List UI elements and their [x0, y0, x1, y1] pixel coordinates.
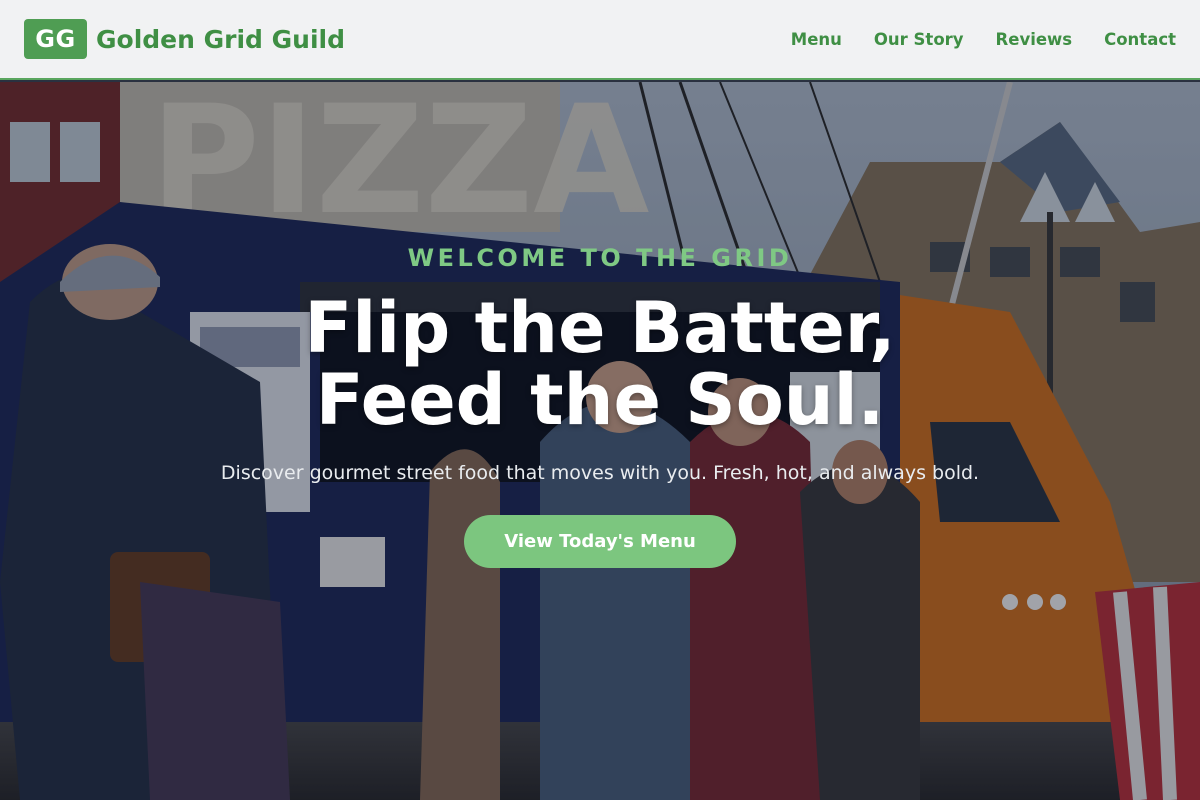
hero-dark-overlay [0, 82, 1200, 800]
hero-section: PIZZA WELCOME TO THE GRID Flip the Batte… [0, 82, 1200, 800]
nav-link-reviews[interactable]: Reviews [996, 30, 1073, 49]
brand-name[interactable]: Golden Grid Guild [96, 25, 345, 54]
site-header: GG Golden Grid Guild Menu Our Story Revi… [0, 0, 1200, 80]
nav-link-contact[interactable]: Contact [1104, 30, 1176, 49]
view-menu-button[interactable]: View Today's Menu [464, 515, 736, 568]
brand[interactable]: GG Golden Grid Guild [24, 19, 345, 59]
nav-link-menu[interactable]: Menu [791, 30, 842, 49]
nav-link-our-story[interactable]: Our Story [874, 30, 964, 49]
logo-badge[interactable]: GG [24, 19, 87, 59]
hero-eyebrow: WELCOME TO THE GRID [407, 244, 793, 272]
main-nav: Menu Our Story Reviews Contact [759, 30, 1176, 49]
hero-headline-line-2: Feed the Soul. [315, 359, 885, 441]
hero-subtitle: Discover gourmet street food that moves … [220, 462, 980, 484]
hero-headline-line-1: Flip the Batter, [304, 287, 896, 369]
hero-headline: Flip the Batter, Feed the Soul. [0, 292, 1200, 436]
